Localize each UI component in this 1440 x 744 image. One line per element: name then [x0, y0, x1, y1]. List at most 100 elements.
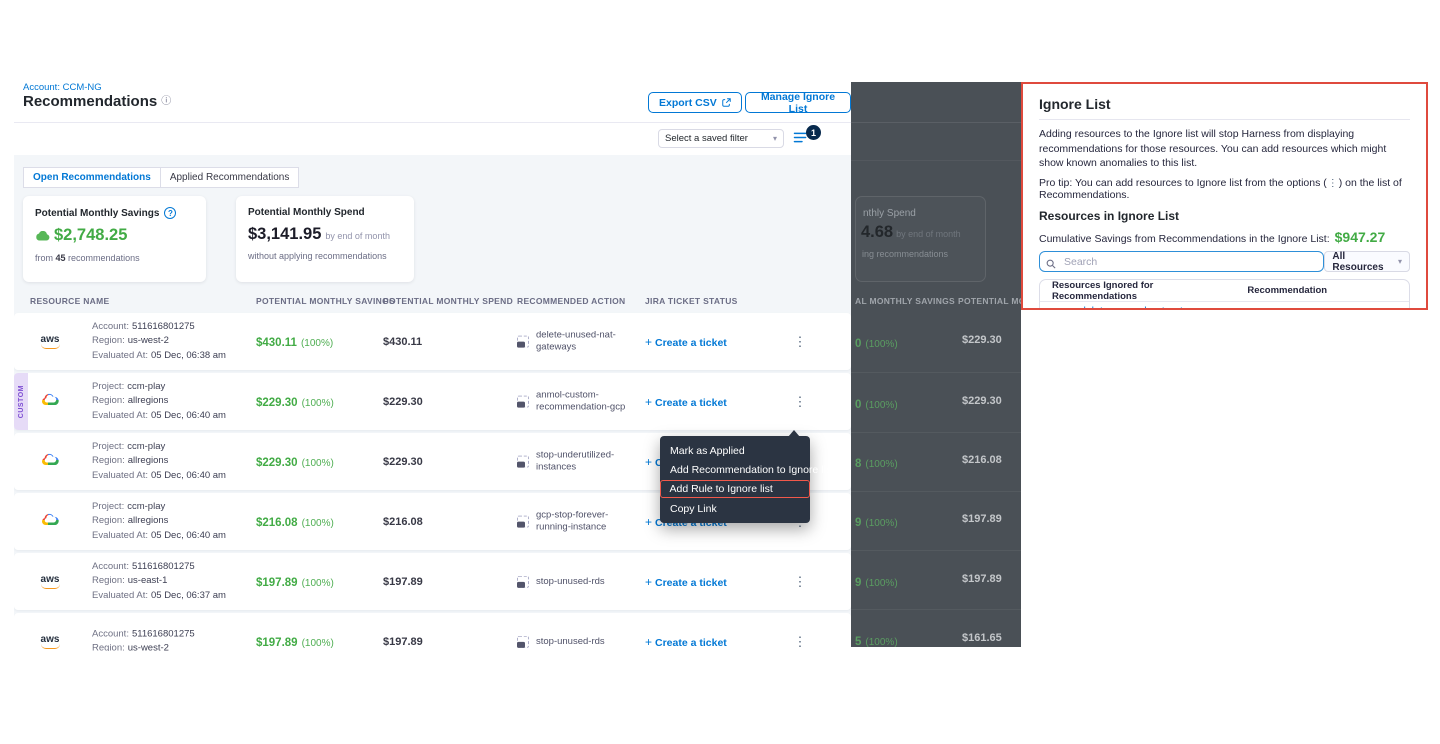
- search-input[interactable]: [1039, 251, 1324, 272]
- menu-item-add-rule-to-ignore-list[interactable]: Add Rule to Ignore list: [660, 480, 810, 498]
- ignored-resource-link[interactable]: delete-unused-nat-gateways: [1080, 305, 1213, 310]
- cumulative-savings: Cumulative Savings from Recommendations …: [1039, 229, 1410, 245]
- gcp-icon: [38, 513, 62, 531]
- filter-count-badge: 1: [806, 125, 821, 140]
- col-resource-name: RESOURCE NAME: [30, 296, 109, 306]
- dim-divider: [851, 160, 1021, 161]
- breadcrumb-account[interactable]: Account: CCM-NG: [23, 82, 102, 93]
- table-header-row: RESOURCE NAME POTENTIAL MONTHLY SAVINGS …: [14, 296, 851, 308]
- panel-pro-tip: Pro tip: You can add resources to Ignore…: [1039, 177, 1410, 201]
- action-cell: delete-unused-nat-gateways: [517, 329, 639, 354]
- plus-icon: +: [645, 335, 652, 349]
- create-ticket-link[interactable]: +Create a ticket: [645, 635, 727, 649]
- savings-count: 45: [56, 253, 66, 263]
- dim-col-header: POTENTIAL MONTHL: [958, 296, 1021, 306]
- action-cell: stop-unused-rds: [517, 635, 639, 647]
- spend-card-label: Potential Monthly Spend: [248, 207, 365, 218]
- savings-cell: $216.08(100%): [256, 513, 334, 531]
- chevron-down-icon: ▾: [773, 134, 777, 143]
- cumulative-savings-value: $947.27: [1335, 229, 1386, 245]
- menu-item-mark-as-applied[interactable]: Mark as Applied: [660, 441, 810, 460]
- header-divider: [14, 122, 851, 123]
- dim-table-row: 9(100%) $197.89: [851, 573, 1021, 587]
- potential-spend-card: Potential Monthly Spend $3,141.95 by end…: [236, 196, 414, 282]
- menu-item-copy-link[interactable]: Copy Link: [660, 499, 810, 518]
- recommendation-icon: [517, 396, 529, 408]
- action-cell: stop-unused-rds: [517, 575, 639, 587]
- tab-applied-recommendations[interactable]: Applied Recommendations: [161, 167, 300, 188]
- dim-card-sub: ing recommendations: [862, 249, 948, 259]
- plus-icon: +: [645, 395, 652, 409]
- menu-caret: [788, 430, 800, 437]
- ignore-list-panel: Ignore List Adding resources to the Igno…: [1021, 82, 1428, 310]
- aws-icon: aws: [38, 575, 62, 589]
- custom-tag: CUSTOM: [14, 373, 28, 430]
- search-field: [1039, 251, 1324, 272]
- savings-sub-prefix: from: [35, 253, 53, 263]
- kebab-menu-icon[interactable]: ⋮: [792, 574, 808, 590]
- kebab-menu-icon[interactable]: ⋮: [792, 394, 808, 410]
- dim-card-suffix: by end of month: [896, 229, 961, 239]
- table-row[interactable]: aws Account:511616801275 Region:us-east-…: [14, 553, 851, 610]
- recommendation-icon: [517, 576, 529, 588]
- col-recommended-action: RECOMMENDED ACTION: [517, 296, 626, 306]
- resource-meta: Account:511616801275 Region:us-east-1 Ev…: [92, 559, 226, 603]
- resource-meta: Project:ccm-play Region:allregions Evalu…: [92, 379, 226, 423]
- help-icon[interactable]: ?: [164, 207, 176, 219]
- resource-meta: Project:ccm-play Region:allregions Evalu…: [92, 499, 226, 543]
- ignored-resources-table: Resources Ignored for Recommendations Re…: [1039, 279, 1410, 310]
- spend-cell: $229.30: [383, 396, 423, 408]
- plus-icon: +: [645, 455, 652, 469]
- aws-icon: aws: [38, 335, 62, 349]
- info-icon: ⓘ: [161, 92, 171, 107]
- screenshot-canvas: Account: CCM-NG Recommendations ⓘ Export…: [0, 0, 1440, 744]
- aws-icon: aws: [38, 635, 62, 649]
- page-body: Open Recommendations Applied Recommendat…: [14, 155, 851, 651]
- table-row[interactable]: CUSTOM Project:ccm-play Region:allregion…: [14, 373, 851, 430]
- resource-meta: Project:ccm-play Region:allregions Evalu…: [92, 439, 226, 483]
- dim-table-row: 8(100%) $216.08: [851, 454, 1021, 468]
- dim-spend-card: nthly Spend 4.68by end of month ing reco…: [855, 196, 986, 282]
- savings-cell: $197.89(100%): [256, 573, 334, 591]
- manage-ignore-list-label: Manage Ignore List: [756, 91, 840, 115]
- recommendations-page: Account: CCM-NG Recommendations ⓘ Export…: [14, 80, 851, 651]
- spend-value: $3,141.95: [248, 225, 321, 244]
- savings-cell: $229.30(100%): [256, 453, 334, 471]
- ignored-savings: $947.27 (100%): [1232, 308, 1343, 310]
- panel-title: Ignore List: [1039, 96, 1410, 112]
- export-csv-button[interactable]: Export CSV: [648, 92, 742, 113]
- spend-sub: without applying recommendations: [248, 251, 387, 261]
- external-link-icon: [722, 98, 731, 107]
- table-row[interactable]: aws Account:511616801275 Region:us-west-…: [14, 313, 851, 370]
- action-cell: gcp-stop-forever-running-instance: [517, 509, 639, 534]
- chevron-down-icon: ▾: [1398, 257, 1402, 266]
- create-ticket-link[interactable]: +Create a ticket: [645, 335, 727, 349]
- potential-savings-card: Potential Monthly Savings ? $2,748.25 fr…: [23, 196, 206, 282]
- tab-open-recommendations[interactable]: Open Recommendations: [23, 167, 161, 188]
- menu-item-add-recommendation-to-ignore-list[interactable]: Add Recommendation to Ignore list: [660, 460, 810, 479]
- manage-ignore-list-button[interactable]: Manage Ignore List: [745, 92, 851, 113]
- spend-cell: $197.89: [383, 576, 423, 588]
- kebab-menu-icon[interactable]: ⋮: [792, 334, 808, 350]
- recommendation-icon: [517, 456, 529, 468]
- savings-cloud-icon: [35, 228, 50, 246]
- panel-description: Adding resources to the Ignore list will…: [1039, 127, 1410, 171]
- recommendation-icon: [517, 516, 529, 528]
- dim-card-label: nthly Spend: [863, 208, 916, 219]
- resource-meta: Account:511616801275 Region:us-west-2: [92, 627, 195, 651]
- resource-filter-dropdown[interactable]: All Resources ▾: [1324, 251, 1410, 272]
- dim-card-value: 4.68: [861, 223, 893, 241]
- spend-cell: $197.89: [383, 636, 423, 648]
- saved-filter-dropdown[interactable]: Select a saved filter ▾: [658, 129, 784, 148]
- create-ticket-link[interactable]: +Create a ticket: [645, 395, 727, 409]
- gcp-icon: [38, 453, 62, 471]
- table-row[interactable]: aws Account:511616801275 Region:us-west-…: [14, 613, 851, 651]
- panel-section-title: Resources in Ignore List: [1039, 209, 1410, 223]
- col-potential-savings: POTENTIAL MONTHLY SAVINGS: [256, 296, 395, 306]
- savings-card-label: Potential Monthly Savings: [35, 208, 159, 219]
- search-icon: [1046, 256, 1056, 274]
- ignored-table-header: Resources Ignored for Recommendations Re…: [1040, 280, 1409, 302]
- action-cell: stop-underutilized-instances: [517, 449, 639, 474]
- create-ticket-link[interactable]: +Create a ticket: [645, 575, 727, 589]
- kebab-menu-icon[interactable]: ⋮: [792, 634, 808, 650]
